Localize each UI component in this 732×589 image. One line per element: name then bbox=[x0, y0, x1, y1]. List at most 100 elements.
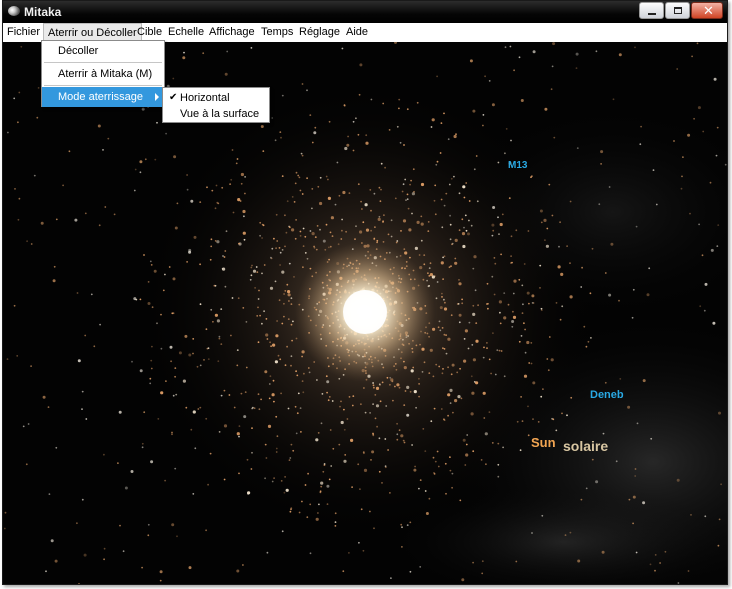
field-star bbox=[608, 293, 612, 297]
cluster-star bbox=[438, 320, 441, 323]
cluster-star bbox=[316, 379, 318, 381]
cluster-star bbox=[377, 217, 381, 221]
cluster-star bbox=[287, 290, 291, 294]
field-star bbox=[595, 480, 599, 484]
field-star bbox=[559, 318, 562, 321]
field-star bbox=[504, 46, 507, 49]
field-star bbox=[17, 218, 20, 221]
close-button[interactable]: ✕ bbox=[691, 2, 723, 19]
cluster-star bbox=[378, 383, 381, 386]
menu-item-aterrir-a-mitaka[interactable]: Aterrir à Mitaka (M) bbox=[42, 64, 164, 84]
cluster-star bbox=[251, 451, 253, 454]
cluster-star bbox=[264, 443, 267, 446]
menu-item-aterrir-label: Aterrir à Mitaka (M) bbox=[58, 68, 153, 80]
sun-label[interactable]: Sun bbox=[531, 435, 556, 450]
field-star bbox=[634, 468, 637, 470]
field-star bbox=[676, 68, 679, 70]
cluster-star bbox=[520, 396, 522, 398]
minimize-button[interactable] bbox=[639, 2, 664, 19]
field-star bbox=[53, 265, 56, 268]
cluster-star bbox=[256, 315, 259, 317]
cluster-star bbox=[242, 307, 245, 309]
field-star bbox=[154, 158, 157, 161]
cluster-star bbox=[259, 234, 261, 237]
field-star bbox=[26, 240, 28, 243]
cluster-star bbox=[449, 402, 452, 404]
cluster-star bbox=[379, 200, 382, 203]
cluster-star bbox=[442, 278, 444, 280]
field-star bbox=[497, 216, 499, 219]
field-star bbox=[682, 156, 684, 158]
deneb-label[interactable]: Deneb bbox=[590, 389, 624, 401]
cluster-star bbox=[441, 372, 444, 375]
cluster-star bbox=[539, 264, 542, 267]
field-star bbox=[174, 467, 177, 470]
field-star bbox=[295, 432, 298, 435]
cluster-star bbox=[369, 189, 372, 191]
cluster-star bbox=[151, 306, 154, 309]
solar-system-label[interactable]: solaire bbox=[563, 438, 608, 454]
field-star bbox=[587, 340, 590, 343]
m13-label[interactable]: M13 bbox=[508, 160, 527, 171]
field-star bbox=[250, 266, 253, 269]
cluster-star bbox=[221, 186, 224, 189]
menu-reglage[interactable]: Réglage bbox=[299, 26, 340, 38]
cluster-star bbox=[351, 486, 353, 488]
submenu-item-vue-label: Vue à la surface bbox=[180, 108, 260, 120]
cluster-star bbox=[242, 231, 246, 235]
cluster-star bbox=[485, 463, 487, 466]
submenu-item-vue-surface[interactable]: Vue à la surface bbox=[163, 106, 269, 122]
field-star bbox=[172, 77, 175, 80]
field-star bbox=[52, 279, 56, 283]
menu-temps[interactable]: Temps bbox=[261, 26, 293, 38]
field-star bbox=[107, 137, 110, 140]
app-icon[interactable] bbox=[8, 6, 20, 16]
cluster-star bbox=[420, 182, 425, 187]
cluster-star bbox=[465, 229, 468, 232]
cluster-star bbox=[521, 284, 524, 287]
field-star bbox=[399, 141, 402, 144]
cluster-star bbox=[357, 463, 360, 466]
maximize-button[interactable] bbox=[665, 2, 690, 19]
submenu-item-horizontal[interactable]: ✔ Horizontal bbox=[163, 90, 269, 106]
field-star bbox=[81, 408, 83, 410]
menu-fichier[interactable]: Fichier bbox=[7, 26, 40, 38]
field-star bbox=[205, 529, 208, 532]
cluster-star bbox=[435, 163, 438, 166]
menu-affichage[interactable]: Affichage bbox=[209, 26, 255, 38]
cluster-star bbox=[458, 229, 461, 232]
cluster-star bbox=[465, 443, 468, 446]
cluster-star bbox=[472, 312, 476, 316]
field-star bbox=[414, 465, 416, 468]
field-star bbox=[266, 551, 269, 554]
cluster-star bbox=[301, 380, 304, 382]
field-star bbox=[510, 139, 512, 142]
cluster-star bbox=[486, 282, 489, 285]
field-star bbox=[401, 546, 403, 548]
menu-cible[interactable]: Cible bbox=[137, 26, 162, 38]
title-bar[interactable]: Mitaka ✕ bbox=[3, 1, 727, 23]
cluster-star bbox=[396, 422, 398, 425]
cluster-star bbox=[218, 431, 221, 433]
cluster-star bbox=[496, 349, 499, 352]
menu-item-decoller[interactable]: Décoller bbox=[42, 41, 164, 61]
cluster-star bbox=[498, 349, 501, 352]
field-star bbox=[30, 365, 32, 367]
cluster-star bbox=[205, 328, 208, 331]
field-star bbox=[22, 425, 25, 428]
menu-echelle[interactable]: Echelle bbox=[168, 26, 204, 38]
cluster-star bbox=[388, 129, 391, 131]
cluster-star bbox=[251, 264, 253, 267]
cluster-star bbox=[281, 270, 285, 274]
field-star bbox=[531, 294, 535, 298]
menu-separator bbox=[44, 62, 162, 63]
menu-aide[interactable]: Aide bbox=[346, 26, 368, 38]
cluster-star bbox=[284, 245, 286, 248]
space-view[interactable]: M13 Deneb Sun solaire bbox=[3, 42, 727, 584]
cluster-star bbox=[339, 405, 341, 408]
cluster-star bbox=[325, 375, 328, 378]
field-star bbox=[275, 447, 278, 450]
menu-item-mode-aterrissage[interactable]: Mode aterrissage bbox=[42, 87, 164, 107]
cluster-star bbox=[290, 355, 293, 358]
field-star bbox=[359, 63, 363, 67]
